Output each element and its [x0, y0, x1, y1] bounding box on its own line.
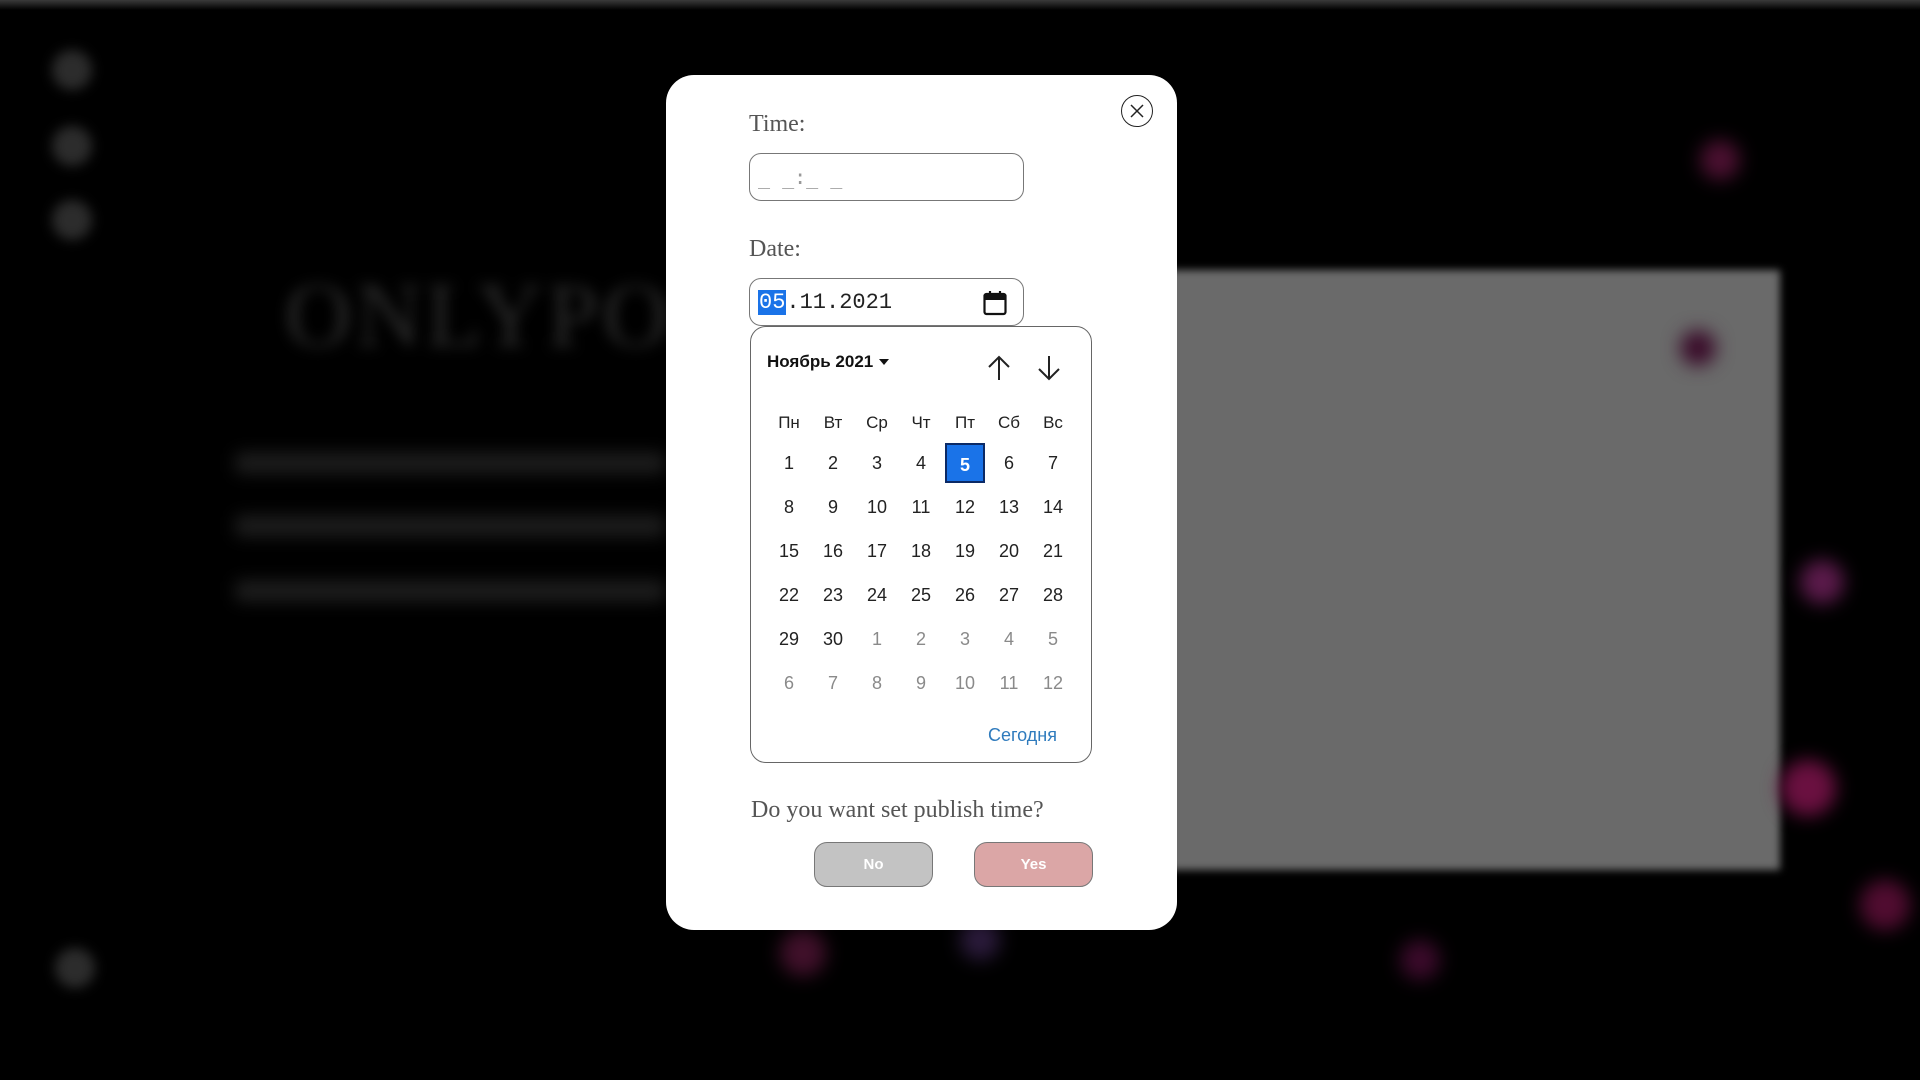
date-label: Date: — [749, 236, 801, 262]
time-label: Time: — [749, 111, 806, 137]
date-input[interactable]: 05 .11.2021 — [749, 278, 1024, 326]
sidebar-icon — [52, 50, 92, 90]
calendar-day-next-month[interactable]: 5 — [1031, 629, 1075, 650]
week-row: 1 2 3 4 5 6 7 — [767, 441, 1075, 485]
calendar-day[interactable]: 19 — [943, 541, 987, 562]
calendar-day[interactable]: 16 — [811, 541, 855, 562]
calendar-day[interactable]: 27 — [987, 585, 1031, 606]
calendar-day[interactable]: 12 — [943, 497, 987, 518]
calendar-day[interactable]: 9 — [811, 497, 855, 518]
publish-time-dialog: Time: Date: 05 .11.2021 Ноябрь 2021 Пн — [666, 75, 1177, 930]
top-bar — [0, 0, 1920, 10]
calendar-day[interactable]: 17 — [855, 541, 899, 562]
calendar-day[interactable]: 14 — [1031, 497, 1075, 518]
calendar-day[interactable]: 8 — [767, 497, 811, 518]
calendar-day[interactable]: 1 — [767, 453, 811, 474]
calendar-day-next-month[interactable]: 7 — [811, 673, 855, 694]
calendar-day-next-month[interactable]: 12 — [1031, 673, 1075, 694]
week-row: 8 9 10 11 12 13 14 — [767, 485, 1075, 529]
calendar-day[interactable]: 2 — [811, 453, 855, 474]
weekday-label: Пн — [778, 413, 800, 432]
background-decoration — [1800, 560, 1844, 604]
calendar-day-next-month[interactable]: 6 — [767, 673, 811, 694]
calendar-day[interactable]: 24 — [855, 585, 899, 606]
calendar-day[interactable]: 4 — [899, 453, 943, 474]
calendar-day-next-month[interactable]: 10 — [943, 673, 987, 694]
calendar-grid: Пн Вт Ср Чт Пт Сб Вс 1 2 3 4 5 6 7 8 9 1… — [767, 405, 1075, 705]
yes-button[interactable]: Yes — [974, 842, 1093, 887]
background-text-line — [235, 515, 665, 537]
calendar-day[interactable]: 18 — [899, 541, 943, 562]
close-button[interactable] — [1121, 95, 1153, 127]
week-row: 22 23 24 25 26 27 28 — [767, 573, 1075, 617]
calendar-day-next-month[interactable]: 3 — [943, 629, 987, 650]
calendar-day[interactable]: 28 — [1031, 585, 1075, 606]
next-month-arrow-icon[interactable] — [1034, 353, 1064, 383]
calendar-day-next-month[interactable]: 2 — [899, 629, 943, 650]
calendar-day-next-month[interactable]: 8 — [855, 673, 899, 694]
background-decoration — [1400, 940, 1440, 980]
calendar-day[interactable]: 23 — [811, 585, 855, 606]
calendar-day[interactable]: 22 — [767, 585, 811, 606]
background-text-line — [235, 580, 665, 602]
background-logo: ONLYPOS — [285, 264, 729, 366]
calendar-day[interactable]: 21 — [1031, 541, 1075, 562]
calendar-day-next-month[interactable]: 11 — [987, 673, 1031, 694]
sidebar-icon — [52, 200, 92, 240]
calendar-day[interactable]: 29 — [767, 629, 811, 650]
caret-down-icon — [879, 359, 890, 365]
today-button[interactable]: Сегодня — [988, 725, 1057, 746]
calendar-day[interactable]: 25 — [899, 585, 943, 606]
weekday-header-row: Пн Вт Ср Чт Пт Сб Вс — [767, 405, 1075, 441]
sidebar-icon — [55, 948, 95, 988]
weekday-label: Чт — [911, 413, 931, 432]
weekday-label: Ср — [866, 413, 888, 432]
month-year-label: Ноябрь 2021 — [767, 352, 874, 371]
weekday-label: Пт — [954, 413, 975, 432]
calendar-day-next-month[interactable]: 1 — [855, 629, 899, 650]
selected-day-label: 5 — [945, 443, 985, 483]
sidebar-icon — [52, 126, 92, 166]
calendar-day[interactable]: 6 — [987, 453, 1031, 474]
month-year-selector[interactable]: Ноябрь 2021 — [767, 352, 890, 372]
background-decoration — [780, 930, 826, 976]
background-decoration — [1780, 760, 1836, 816]
background-text-line — [235, 452, 665, 474]
calendar-day[interactable]: 10 — [855, 497, 899, 518]
calendar-day[interactable]: 7 — [1031, 453, 1075, 474]
calendar-day-next-month[interactable]: 4 — [987, 629, 1031, 650]
background-decoration — [1700, 140, 1740, 180]
calendar-day[interactable]: 26 — [943, 585, 987, 606]
week-row: 15 16 17 18 19 20 21 — [767, 529, 1075, 573]
weekday-label: Вт — [823, 413, 843, 432]
background-decoration — [1860, 880, 1910, 930]
week-row: 29 30 1 2 3 4 5 — [767, 617, 1075, 661]
calendar-day[interactable]: 30 — [811, 629, 855, 650]
weekday-label: Сб — [997, 413, 1020, 432]
calendar-icon[interactable] — [983, 290, 1007, 316]
calendar-day[interactable]: 13 — [987, 497, 1031, 518]
calendar-popup: Ноябрь 2021 Пн Вт Ср Чт Пт Сб Вс 1 2 3 4… — [750, 326, 1092, 763]
publish-time-question: Do you want set publish time? — [751, 797, 1044, 823]
calendar-day-selected[interactable]: 5 — [943, 443, 987, 483]
close-icon — [1130, 104, 1144, 118]
time-input[interactable] — [749, 153, 1024, 201]
date-day-segment[interactable]: 05 — [758, 289, 787, 315]
date-month-year-segment[interactable]: .11.2021 — [786, 290, 892, 315]
calendar-day[interactable]: 3 — [855, 453, 899, 474]
weekday-label: Вс — [1043, 413, 1063, 432]
calendar-day[interactable]: 11 — [899, 497, 943, 518]
background-decoration — [1680, 330, 1716, 366]
no-button[interactable]: No — [814, 842, 933, 887]
calendar-day[interactable]: 20 — [987, 541, 1031, 562]
week-row: 6 7 8 9 10 11 12 — [767, 661, 1075, 705]
previous-month-arrow-icon[interactable] — [984, 353, 1014, 383]
calendar-day[interactable]: 15 — [767, 541, 811, 562]
calendar-day-next-month[interactable]: 9 — [899, 673, 943, 694]
